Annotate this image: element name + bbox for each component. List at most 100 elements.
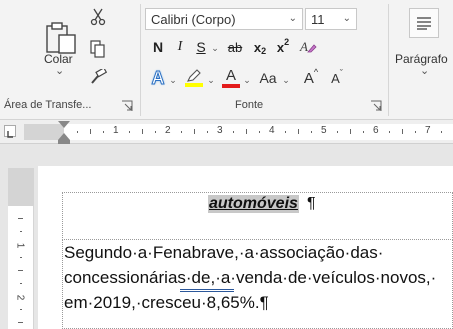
shrink-arrow-icon: ˇ [339, 68, 343, 78]
format-painter-button[interactable] [88, 66, 108, 88]
shrink-font-button[interactable]: Aˇ [326, 66, 348, 90]
font-size-value: 11 [311, 11, 325, 27]
body-line-1[interactable]: Segundo·a·Fenabrave,·a·associação·das· [64, 243, 383, 263]
font-group-label: Fonte [235, 99, 264, 111]
ruler-number: 3 [217, 125, 223, 136]
change-case-dropdown-icon[interactable]: ⌄ [281, 70, 291, 90]
clear-formatting-icon: A [299, 39, 317, 54]
ruler-tick [389, 131, 390, 133]
font-color-dropdown-icon[interactable]: ⌄ [242, 70, 252, 90]
svg-text:A: A [299, 39, 308, 54]
vruler-tick [18, 218, 23, 219]
body-line-3[interactable]: em·2019,·cresceu·8,65%.¶ [64, 293, 269, 313]
vruler-tick [20, 283, 22, 284]
underline-button[interactable]: S [192, 36, 210, 58]
ruler-tick [90, 129, 91, 134]
vertical-ruler[interactable]: 12 [8, 168, 34, 329]
ruler-number: 2 [165, 125, 171, 136]
font-dialog-launcher-icon[interactable] [370, 99, 382, 111]
text-effects-dropdown-icon[interactable]: ⌄ [168, 70, 178, 90]
superscript-index: 2 [284, 37, 290, 47]
vruler-tick [20, 231, 22, 232]
highlighter-icon [187, 69, 201, 82]
bold-button[interactable]: N [148, 36, 168, 58]
heading-text: automóveis [209, 195, 298, 212]
vruler-tick [20, 309, 22, 310]
font-color-swatch [222, 84, 240, 88]
superscript-base: x [276, 39, 285, 55]
paragraph-align-icon [417, 17, 431, 30]
font-color-button[interactable]: A [220, 66, 242, 90]
font-name-combo[interactable]: Calibri (Corpo) ⌄ [145, 8, 303, 30]
grow-font-button[interactable]: A ^ [300, 66, 322, 90]
chevron-down-icon[interactable]: ⌄ [343, 13, 351, 24]
scissors-icon [90, 8, 106, 26]
strikethrough-button[interactable]: ab [224, 36, 246, 58]
highlight-dropdown-icon[interactable]: ⌄ [206, 70, 216, 90]
group-separator [140, 4, 141, 116]
body-line-2-text: concessionárias·de,·a·venda·de·veículos·… [64, 268, 437, 287]
vruler-tick [18, 322, 23, 323]
ruler-tick [350, 129, 351, 134]
horizontal-ruler[interactable]: 1 2 3 4 5 6 7 [0, 120, 453, 144]
grammar-underline [180, 289, 234, 292]
highlight-color-button[interactable] [183, 66, 205, 90]
grow-arrow-icon: ^ [313, 67, 319, 77]
group-separator [388, 4, 389, 116]
cut-button[interactable] [88, 6, 108, 28]
italic-button[interactable]: I [170, 36, 190, 58]
ruler-tick [103, 131, 104, 133]
ruler-tick [194, 129, 195, 134]
copy-button[interactable] [88, 38, 108, 60]
ruler-tick [77, 131, 78, 133]
grow-font-glyph: A [303, 69, 314, 87]
document-page[interactable]: automóveis ¶ Segundo·a·Fenabrave,·a·asso… [38, 166, 453, 329]
clear-formatting-button[interactable]: A [297, 36, 319, 58]
vruler-margin [8, 168, 34, 206]
subscript-index: 2 [261, 46, 267, 56]
ruler-number: 1 [113, 125, 119, 136]
clipboard-dialog-launcher-icon[interactable] [121, 99, 133, 111]
paragraph-button[interactable] [409, 8, 439, 38]
vruler-number: 2 [14, 294, 26, 301]
superscript-button[interactable]: x2 [273, 36, 293, 58]
ruler-number: 5 [321, 125, 327, 136]
ruler-tick [142, 129, 143, 134]
vertical-ruler-marks: 12 [8, 206, 34, 329]
ruler-ticks: 1 2 3 4 5 6 7 [64, 124, 453, 140]
subscript-button[interactable]: x2 [250, 36, 270, 58]
paste-dropdown-caret[interactable]: ⌄ [55, 64, 64, 77]
vruler-number: 1 [14, 242, 26, 249]
paragraph-dropdown-caret[interactable]: ⌄ [420, 64, 429, 77]
left-indent-marker[interactable] [58, 140, 70, 144]
ruler-number: 7 [425, 125, 431, 136]
change-case-button[interactable]: Aa [255, 66, 281, 90]
document-area: 12 automóveis ¶ Segundo·a·Fenabrave,·a·a… [0, 145, 453, 329]
ruler-tick [155, 131, 156, 133]
ruler-tick [181, 131, 182, 133]
subscript-base: x [253, 39, 262, 55]
font-name-value: Calibri (Corpo) [151, 11, 236, 27]
ruler-tick [363, 131, 364, 133]
format-painter-icon [91, 69, 107, 84]
clipboard-icon [46, 22, 76, 54]
body-line-2[interactable]: concessionárias·de,·a·venda·de·veículos·… [64, 268, 436, 288]
underline-dropdown-icon[interactable]: ⌄ [210, 38, 220, 58]
text-effects-button[interactable]: A [148, 66, 168, 90]
ruler-tick [311, 131, 312, 133]
clipboard-group-label: Área de Transfe... [4, 99, 92, 111]
vruler-tick [18, 270, 23, 271]
ruler-tick [207, 131, 208, 133]
document-heading[interactable]: automóveis [208, 195, 299, 213]
tab-selector-icon[interactable] [4, 125, 16, 138]
ruler-tick [285, 131, 286, 133]
font-size-combo[interactable]: 11 ⌄ [305, 8, 357, 30]
ruler-tick [246, 129, 247, 134]
ruler-number: 6 [373, 125, 379, 136]
font-color-glyph: A [225, 67, 236, 84]
text-effects-glyph: A [151, 67, 165, 88]
ruler-tick [402, 129, 403, 134]
ribbon: Colar ⌄ Área de Transfe... Calibri (Corp… [0, 0, 453, 120]
chevron-down-icon[interactable]: ⌄ [289, 13, 297, 24]
highlight-color-swatch [185, 83, 203, 87]
